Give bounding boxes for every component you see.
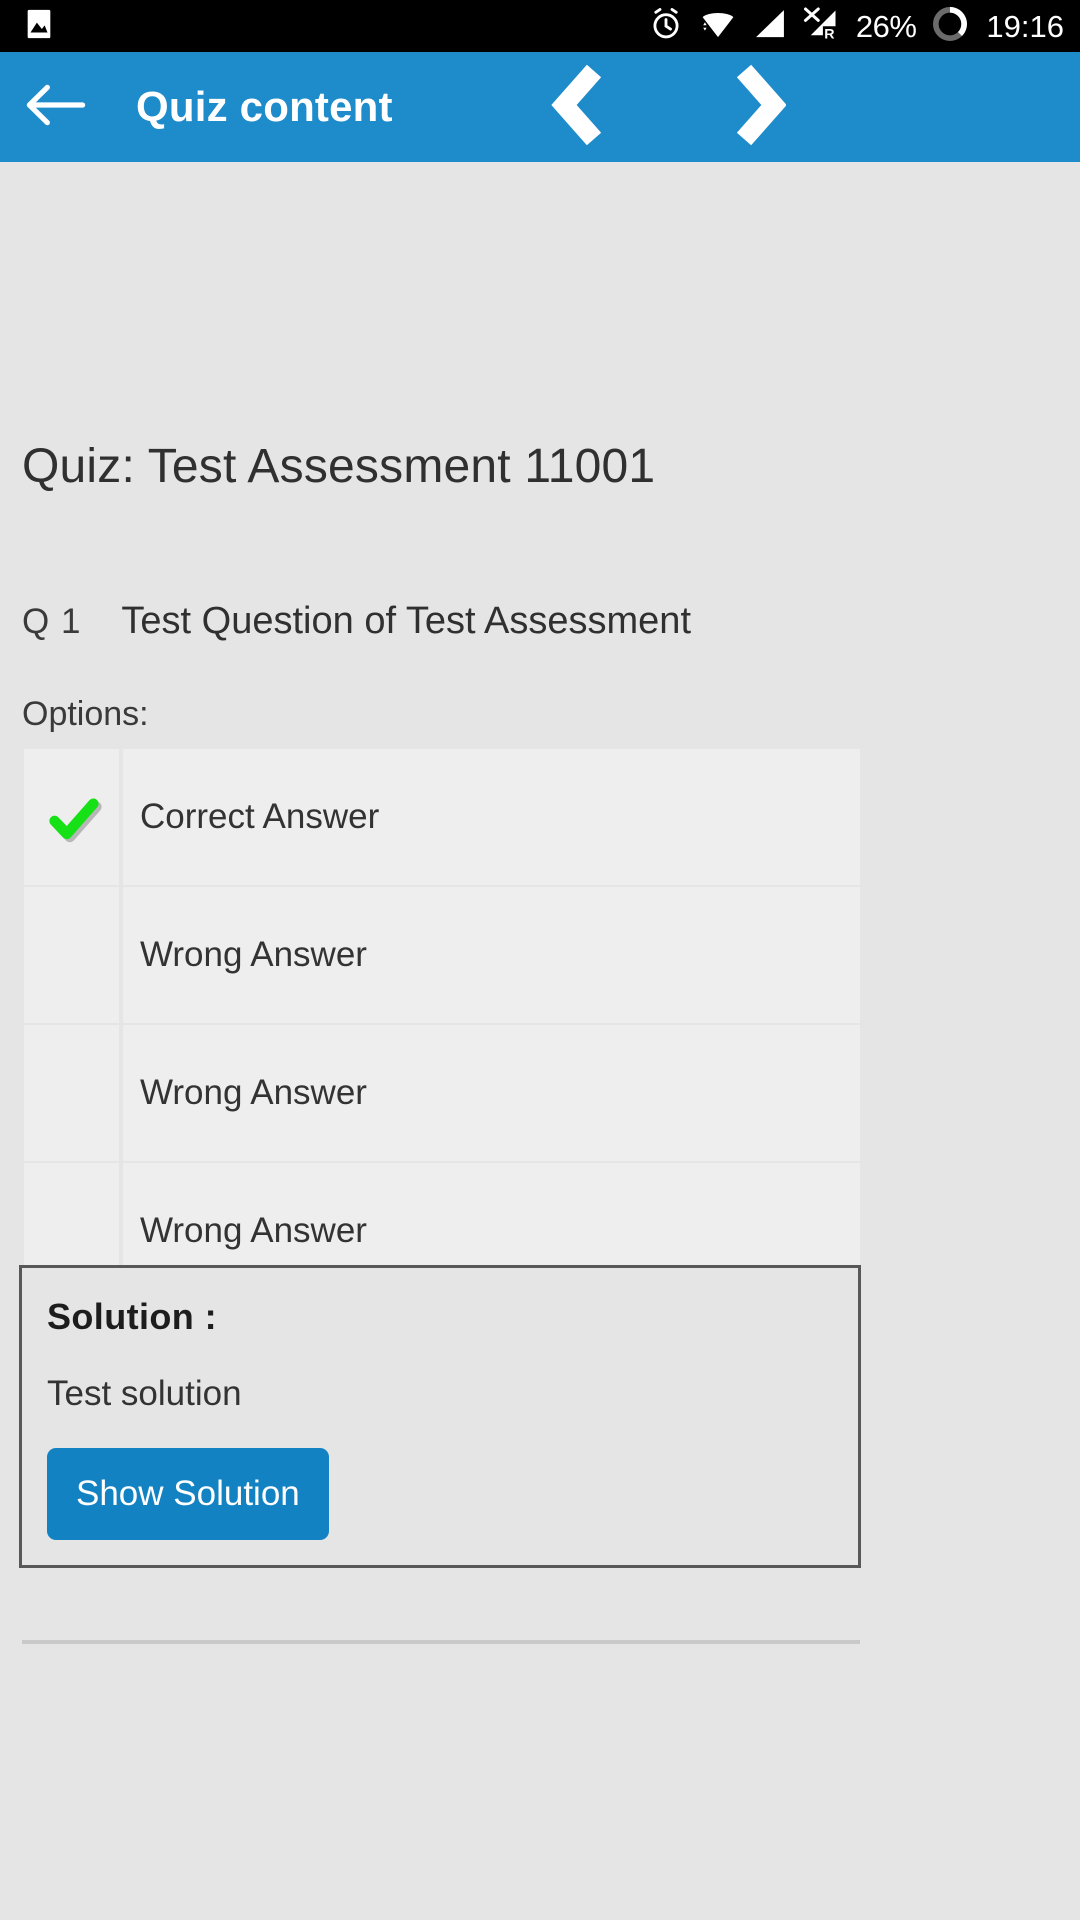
option-label: Wrong Answer xyxy=(140,935,367,974)
back-button[interactable] xyxy=(0,52,110,162)
option-label: Wrong Answer xyxy=(140,1211,367,1250)
quiz-title: Quiz: Test Assessment 11001 xyxy=(22,440,656,493)
svg-text:R: R xyxy=(824,26,834,41)
app-bar: Quiz content xyxy=(0,52,1080,162)
table-row[interactable]: Wrong Answer xyxy=(24,1025,860,1161)
status-bar-left xyxy=(22,7,56,46)
option-label: Correct Answer xyxy=(140,797,380,836)
chevron-right-icon xyxy=(730,64,787,151)
wifi-icon xyxy=(698,7,738,46)
table-row[interactable]: Wrong Answer xyxy=(24,887,860,1023)
check-icon xyxy=(42,787,102,847)
table-row[interactable]: Correct Answer xyxy=(24,749,860,885)
arrow-left-icon xyxy=(24,82,86,133)
nav-chevrons xyxy=(541,63,795,151)
next-question-button[interactable] xyxy=(721,63,795,151)
signal-icon xyxy=(752,7,788,46)
question-text: Test Question of Test Assessment xyxy=(121,600,691,642)
solution-panel: Solution : Test solution Show Solution xyxy=(19,1265,861,1568)
solution-text: Test solution xyxy=(47,1374,242,1413)
options-table: Correct Answer Wrong Answer Wrong Answer… xyxy=(24,749,860,1301)
status-bar-clock: 19:16 xyxy=(986,8,1064,44)
status-bar: R 26% 19:16 xyxy=(0,0,1080,52)
option-marker-cell xyxy=(24,1025,119,1161)
section-divider xyxy=(22,1640,860,1644)
question-number: Q 1 xyxy=(22,602,82,641)
question-row: Q 1 Test Question of Test Assessment xyxy=(22,600,691,643)
image-icon xyxy=(22,7,56,46)
option-text-cell: Wrong Answer xyxy=(123,887,860,1023)
status-bar-right: R 26% 19:16 xyxy=(648,4,1064,49)
option-label: Wrong Answer xyxy=(140,1073,367,1112)
previous-question-button[interactable] xyxy=(541,63,615,151)
option-text-cell: Correct Answer xyxy=(123,749,860,885)
alarm-icon xyxy=(648,6,684,47)
battery-percent-label: 26% xyxy=(855,8,917,44)
chevron-left-icon xyxy=(550,64,606,151)
signal-roaming-off-icon: R xyxy=(802,6,842,47)
option-marker-cell xyxy=(24,887,119,1023)
quiz-content-area: Quiz: Test Assessment 11001 Q 1 Test Que… xyxy=(0,162,1080,1920)
option-marker-cell xyxy=(24,749,119,885)
show-solution-button[interactable]: Show Solution xyxy=(47,1448,329,1540)
option-text-cell: Wrong Answer xyxy=(123,1025,860,1161)
battery-circle-icon xyxy=(930,4,970,49)
solution-heading: Solution : xyxy=(47,1296,217,1337)
options-label: Options: xyxy=(22,695,149,733)
page-title: Quiz content xyxy=(136,83,393,130)
